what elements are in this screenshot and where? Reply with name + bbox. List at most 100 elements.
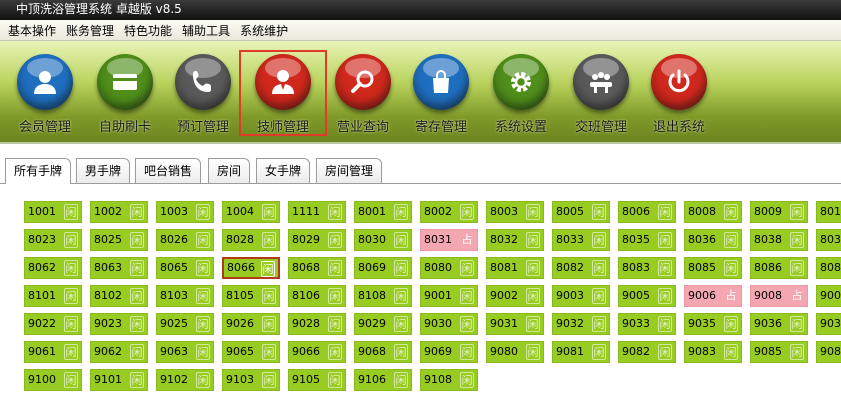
tag-card[interactable]: 9066 闲 <box>288 341 346 363</box>
tag-card[interactable]: 9069 闲 <box>420 341 478 363</box>
tag-card[interactable]: 9009闲 <box>816 285 841 307</box>
self-card-button[interactable]: 自助刷卡 <box>88 51 162 135</box>
tag-card[interactable]: 8108 闲 <box>354 285 412 307</box>
tag-card[interactable]: 9022 闲 <box>24 313 82 335</box>
tag-card[interactable]: 9032 闲 <box>552 313 610 335</box>
tag-card[interactable]: 1111 闲 <box>288 201 346 223</box>
tab-room-management[interactable]: 房间管理 <box>316 158 383 183</box>
tab-male-tags[interactable]: 男手牌 <box>76 158 131 183</box>
system-settings-button[interactable]: 系统设置 <box>484 51 558 135</box>
menu-features[interactable]: 特色功能 <box>124 22 172 39</box>
tag-card[interactable]: 8010闲 <box>816 201 841 223</box>
tag-card[interactable]: 9030 闲 <box>420 313 478 335</box>
exit-system-button[interactable]: 退出系统 <box>642 51 716 135</box>
tag-card[interactable]: 1004 闲 <box>222 201 280 223</box>
tag-card[interactable]: 8009 闲 <box>750 201 808 223</box>
tag-card[interactable]: 9029 闲 <box>354 313 412 335</box>
tag-card[interactable]: 8035 闲 <box>618 229 676 251</box>
tab-bar-sales[interactable]: 吧台销售 <box>135 158 202 183</box>
tag-card[interactable]: 9063 闲 <box>156 341 214 363</box>
tag-card[interactable]: 1001 闲 <box>24 201 82 223</box>
tag-card[interactable]: 9035 闲 <box>684 313 742 335</box>
tag-card[interactable]: 9082 闲 <box>618 341 676 363</box>
tab-all-tags[interactable]: 所有手牌 <box>5 158 72 184</box>
tag-card[interactable]: 8032 闲 <box>486 229 544 251</box>
tag-card[interactable]: 9038闲 <box>816 313 841 335</box>
tag-card[interactable]: 1003 闲 <box>156 201 214 223</box>
tag-card[interactable]: 9061 闲 <box>24 341 82 363</box>
tag-card[interactable]: 8069 闲 <box>354 257 412 279</box>
tag-card[interactable]: 8002 闲 <box>420 201 478 223</box>
tag-card[interactable]: 9023 闲 <box>90 313 148 335</box>
tag-card[interactable]: 8068 闲 <box>288 257 346 279</box>
tag-card[interactable]: 9025 闲 <box>156 313 214 335</box>
tag-card[interactable]: 8085 闲 <box>684 257 742 279</box>
tab-rooms[interactable]: 房间 <box>208 158 251 183</box>
tag-card[interactable]: 8082 闲 <box>552 257 610 279</box>
tag-card[interactable]: 8005 闲 <box>552 201 610 223</box>
tag-card[interactable]: 9105 闲 <box>288 369 346 391</box>
tag-card[interactable]: 8101 闲 <box>24 285 82 307</box>
tag-card[interactable]: 9008 占 <box>750 285 808 307</box>
tag-card[interactable]: 8030 闲 <box>354 229 412 251</box>
tag-card[interactable]: 8065 闲 <box>156 257 214 279</box>
tag-card[interactable]: 8001 闲 <box>354 201 412 223</box>
tag-card[interactable]: 9068 闲 <box>354 341 412 363</box>
tag-card[interactable]: 8066 闲 <box>222 257 280 279</box>
tag-card[interactable]: 9036 闲 <box>750 313 808 335</box>
tag-card[interactable]: 8083 闲 <box>618 257 676 279</box>
tag-card[interactable]: 9006 占 <box>684 285 742 307</box>
tag-card[interactable]: 9028 闲 <box>288 313 346 335</box>
tag-card[interactable]: 9062 闲 <box>90 341 148 363</box>
tag-card[interactable]: 8033 闲 <box>552 229 610 251</box>
tag-card[interactable]: 8105 闲 <box>222 285 280 307</box>
tag-card[interactable]: 9106 闲 <box>354 369 412 391</box>
tag-card[interactable]: 8088闲 <box>816 257 841 279</box>
tag-card[interactable]: 8036 闲 <box>684 229 742 251</box>
menu-tools[interactable]: 辅助工具 <box>182 22 230 39</box>
tag-card[interactable]: 8003 闲 <box>486 201 544 223</box>
menu-maintenance[interactable]: 系统维护 <box>240 22 288 39</box>
tag-card[interactable]: 8006 闲 <box>618 201 676 223</box>
tag-card[interactable]: 9080 闲 <box>486 341 544 363</box>
tag-card[interactable]: 8081 闲 <box>486 257 544 279</box>
tag-card[interactable]: 9083 闲 <box>684 341 742 363</box>
tag-card[interactable]: 8025 闲 <box>90 229 148 251</box>
tag-card[interactable]: 9100 闲 <box>24 369 82 391</box>
tag-card[interactable]: 8026 闲 <box>156 229 214 251</box>
tag-card[interactable]: 8080 闲 <box>420 257 478 279</box>
business-query-button[interactable]: 营业查询 <box>326 51 400 135</box>
tag-card[interactable]: 8038 闲 <box>750 229 808 251</box>
member-management-button[interactable]: 会员管理 <box>8 51 82 135</box>
technician-management-button[interactable]: 技师管理 <box>239 50 327 136</box>
tag-card[interactable]: 9081 闲 <box>552 341 610 363</box>
tag-card[interactable]: 8106 闲 <box>288 285 346 307</box>
tag-card[interactable]: 8102 闲 <box>90 285 148 307</box>
tag-card[interactable]: 9108 闲 <box>420 369 478 391</box>
tag-card[interactable]: 8039闲 <box>816 229 841 251</box>
tag-card[interactable]: 1002 闲 <box>90 201 148 223</box>
tab-female-tags[interactable]: 女手牌 <box>256 158 311 183</box>
tag-card[interactable]: 8028 闲 <box>222 229 280 251</box>
tag-card[interactable]: 8008 闲 <box>684 201 742 223</box>
tag-card[interactable]: 9033 闲 <box>618 313 676 335</box>
tag-card[interactable]: 8086 闲 <box>750 257 808 279</box>
tag-card[interactable]: 9085 闲 <box>750 341 808 363</box>
tag-card[interactable]: 9002 闲 <box>486 285 544 307</box>
tag-card[interactable]: 8029 闲 <box>288 229 346 251</box>
tag-card[interactable]: 9102 闲 <box>156 369 214 391</box>
tag-card[interactable]: 9001 闲 <box>420 285 478 307</box>
tag-card[interactable]: 8031 占 <box>420 229 478 251</box>
tag-card[interactable]: 8063 闲 <box>90 257 148 279</box>
shift-handover-button[interactable]: 交班管理 <box>564 51 638 135</box>
tag-card[interactable]: 9101 闲 <box>90 369 148 391</box>
tag-card[interactable]: 9103 闲 <box>222 369 280 391</box>
tag-card[interactable]: 9005 闲 <box>618 285 676 307</box>
storage-management-button[interactable]: 寄存管理 <box>404 51 478 135</box>
menu-basic-ops[interactable]: 基本操作 <box>8 22 56 39</box>
tag-card[interactable]: 8062 闲 <box>24 257 82 279</box>
tag-card[interactable]: 9065 闲 <box>222 341 280 363</box>
menu-accounts[interactable]: 账务管理 <box>66 22 114 39</box>
tag-card[interactable]: 9031 闲 <box>486 313 544 335</box>
reservation-button[interactable]: 预订管理 <box>166 51 240 135</box>
